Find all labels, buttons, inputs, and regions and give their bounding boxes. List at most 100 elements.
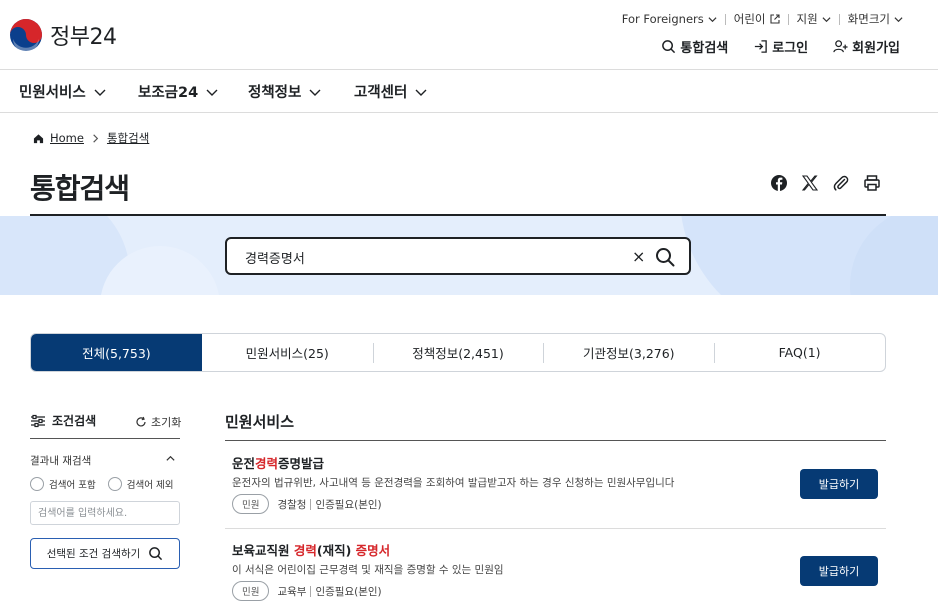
home-icon [33,133,44,143]
login-label: 로그인 [772,41,809,56]
nav-item-customer-center[interactable]: 고객센터 [354,81,427,102]
share-tools [770,174,881,192]
nav-item-label: 민원서비스 [19,85,86,101]
issue-button[interactable]: 발급하기 [800,556,878,586]
filter-header: 조건검색 [30,412,96,429]
logo-text: 정부24 [50,25,117,50]
breadcrumb-current[interactable]: 통합검색 [107,130,149,146]
reset-label: 초기화 [151,416,182,429]
issue-button[interactable]: 발급하기 [800,469,878,499]
tab-civil-services[interactable]: 민원서비스(25) [202,334,373,371]
tab-policy[interactable]: 정책정보(2,451) [372,334,544,371]
section-divider [225,440,886,441]
site-logo[interactable]: 정부24 [9,18,117,52]
result-meta: 민원 교육부 인증필요(본인) [232,581,382,601]
filter-divider [30,438,180,439]
tab-all[interactable]: 전체(5,753) [31,334,202,371]
kids-link[interactable]: 어린이 [734,11,780,27]
divider [838,13,840,25]
refine-options: 검색어 포함 검색어 제외 [30,477,173,491]
search-icon [149,547,163,561]
divider [310,498,312,510]
support-label: 지원 [796,12,818,26]
result-title-link[interactable]: 보육교직원 경력(재직) 증명서 [232,540,390,559]
user-add-icon [833,40,848,53]
title-text: (재직) [316,543,356,558]
main-links: 통합검색 로그인 회원가입 [661,37,900,56]
title-text: 운전 [232,456,256,471]
for-foreigners-menu[interactable]: For Foreigners [622,12,717,26]
chevron-down-icon [415,89,427,96]
login-link[interactable]: 로그인 [753,37,808,56]
chevron-down-icon [309,89,321,96]
result-title-link[interactable]: 운전경력증명발급 [232,453,324,472]
signup-link[interactable]: 회원가입 [833,37,900,56]
signup-label: 회원가입 [852,41,900,56]
link-clip-icon[interactable] [832,174,850,192]
search-icon [662,40,676,54]
result-meta: 민원 경찰청 인증필요(본인) [232,494,382,514]
sliders-icon [31,414,45,427]
tab-agency[interactable]: 기관정보(3,276) [543,334,714,371]
exclude-keyword-radio[interactable]: 검색어 제외 [107,477,174,491]
nav-item-subsidy[interactable]: 보조금24 [138,81,218,102]
filter-title: 조건검색 [52,414,97,428]
breadcrumb: Home 통합검색 [33,130,149,146]
main-navigation: 민원서비스 보조금24 정책정보 고객센터 [0,71,938,113]
for-foreigners-label: For Foreigners [621,12,704,26]
title-highlight: 경력 [255,456,279,471]
tab-faq[interactable]: FAQ(1) [714,334,885,371]
facebook-icon[interactable] [770,174,788,192]
category-badge: 민원 [232,581,270,601]
result-description: 이 서식은 어린이집 근무경력 및 재직을 증명할 수 있는 민원임 [232,564,504,576]
chevron-up-icon[interactable] [165,453,176,464]
x-twitter-icon[interactable] [801,174,819,192]
nav-item-policy[interactable]: 정책정보 [248,81,321,102]
login-icon [755,40,768,53]
integrated-search-label: 통합검색 [680,41,729,56]
breadcrumb-home[interactable]: Home [50,131,84,145]
refine-search-label: 선택된 조건 검색하기 [46,548,141,560]
exclude-keyword-label: 검색어 제외 [126,480,174,491]
page-title: 통합검색 [30,172,130,205]
include-keyword-radio[interactable]: 검색어 포함 [30,477,96,491]
section-title: 민원서비스 [225,413,295,431]
divider [724,13,726,25]
title-highlight: 경력 [293,543,317,558]
title-highlight: 증명서 [355,543,391,558]
reset-button[interactable]: 초기화 [135,414,181,430]
search-input[interactable] [245,247,605,267]
font-size-label: 화면크기 [847,12,890,26]
taegeuk-logo-icon [10,19,42,52]
nav-item-label: 고객센터 [354,85,408,101]
title-text: 보육교직원 [232,543,294,558]
nav-item-civil-services[interactable]: 민원서비스 [19,81,106,102]
font-size-menu[interactable]: 화면크기 [848,11,903,27]
include-keyword-label: 검색어 포함 [49,480,96,491]
chevron-down-icon [94,89,106,96]
print-icon[interactable] [863,174,881,192]
auth-requirement: 인증필요(본인) [315,585,382,598]
refine-title: 결과내 재검색 [30,455,92,467]
radio-circle [30,477,44,491]
search-icon[interactable] [654,246,676,268]
auth-requirement: 인증필요(본인) [315,498,382,511]
kids-label: 어린이 [733,12,766,26]
agency: 교육부 [277,585,307,598]
refine-search-input[interactable] [30,501,180,525]
clear-icon[interactable]: × [632,247,645,267]
refine-search-button[interactable]: 선택된 조건 검색하기 [30,538,180,569]
nav-item-label: 정책정보 [248,85,302,101]
chevron-right-icon [93,133,99,143]
title-text: 증명발급 [278,456,325,471]
divider [310,585,312,597]
result-tabs: 전체(5,753) 민원서비스(25) 정책정보(2,451) 기관정보(3,2… [30,333,886,372]
result-description: 운전자의 법규위반, 사고내역 등 운전경력을 조회하여 발급받고자 하는 경우… [232,477,675,489]
support-menu[interactable]: 지원 [797,11,831,27]
agency: 경찰청 [277,498,307,511]
integrated-search-link[interactable]: 통합검색 [661,37,728,56]
divider [787,13,789,25]
utility-menu: For Foreigners 어린이 지원 화면크기 [622,11,903,27]
chevron-down-icon [822,16,831,22]
chevron-down-icon [206,89,218,96]
